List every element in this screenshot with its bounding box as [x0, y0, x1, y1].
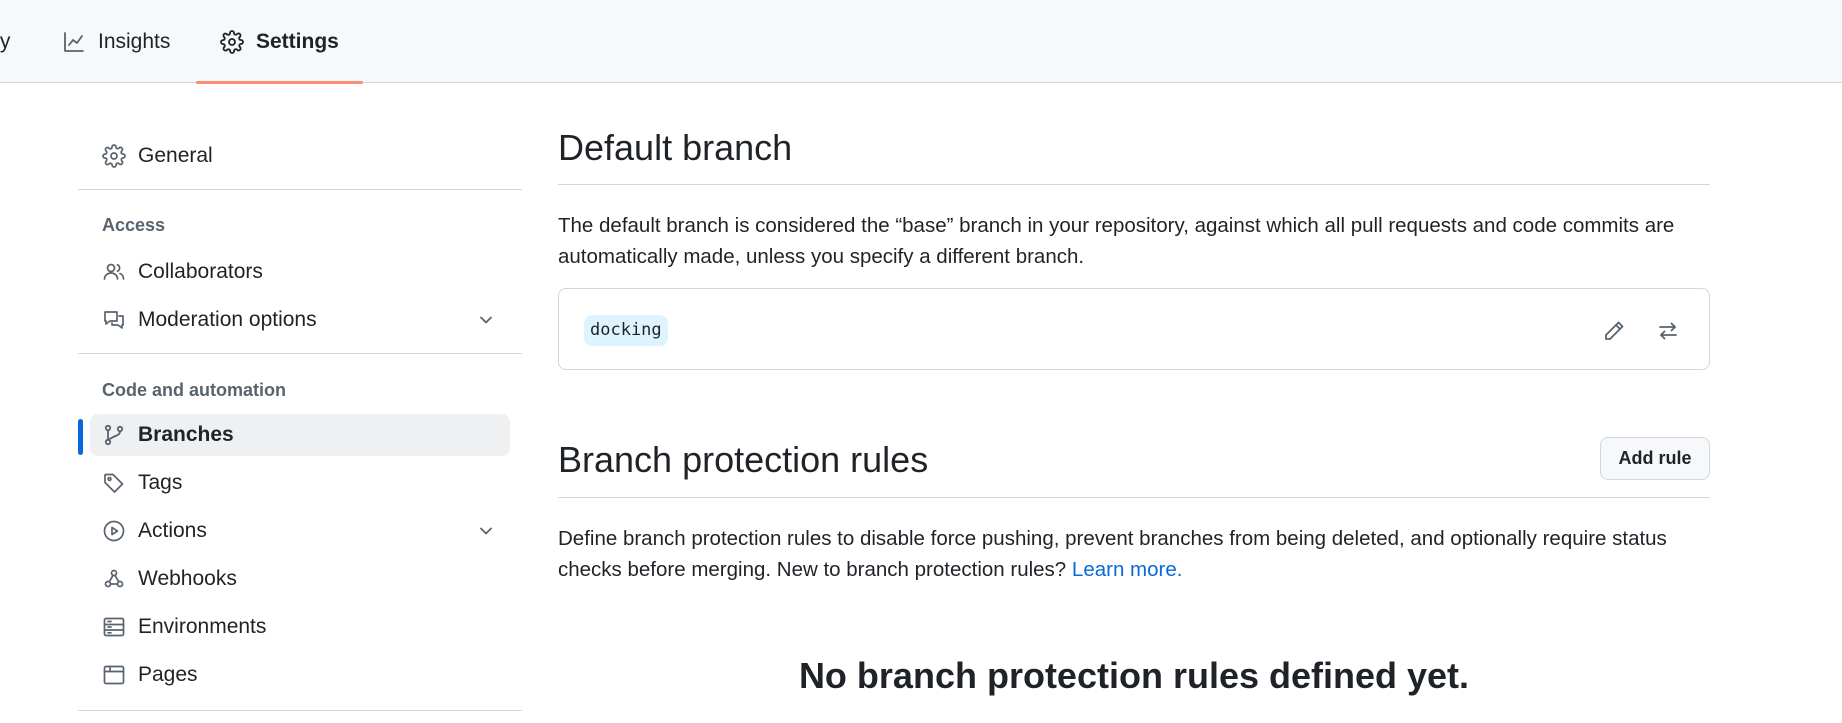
graph-icon: [64, 31, 84, 52]
chevron-down-icon[interactable]: [476, 521, 496, 541]
section-divider: [558, 184, 1710, 185]
sidebar-item-environments[interactable]: Environments: [90, 606, 510, 648]
sidebar-divider: [78, 353, 522, 354]
git-branch-icon: [102, 423, 126, 447]
active-item-indicator: [78, 419, 83, 455]
sidebar-heading-access: Access: [102, 215, 166, 235]
sidebar-item-webhooks[interactable]: Webhooks: [90, 558, 510, 600]
chevron-down-icon[interactable]: [476, 310, 496, 330]
branch-protection-title: Branch protection rules: [558, 439, 929, 480]
tab-settings-label: Settings: [256, 29, 339, 53]
sidebar-item-label: Moderation options: [138, 308, 317, 331]
sidebar-item-branches[interactable]: Branches: [90, 414, 510, 456]
sidebar-item-label: General: [138, 144, 213, 167]
tab-selected-underline: [196, 81, 363, 84]
section-divider: [558, 497, 1710, 498]
pencil-icon: [1605, 321, 1624, 340]
sidebar-item-label: Actions: [138, 519, 207, 542]
sidebar-divider: [78, 189, 522, 190]
tab-settings[interactable]: Settings: [196, 0, 363, 84]
sidebar-item-pages[interactable]: Pages: [90, 654, 510, 696]
add-rule-button[interactable]: Add rule: [1600, 437, 1710, 480]
repo-nav-bar: ty Insights Settings: [0, 0, 1842, 84]
tab-activity-label: ty: [0, 29, 11, 53]
default-branch-box: docking: [558, 288, 1710, 370]
branch-protection-description: Define branch protection rules to disabl…: [558, 523, 1710, 585]
gear-icon: [102, 144, 126, 168]
browser-icon: [102, 663, 126, 687]
tab-insights[interactable]: Insights: [62, 0, 170, 83]
sidebar-item-label: Tags: [138, 471, 183, 494]
arrow-switch-icon: [1659, 322, 1677, 340]
default-branch-description: The default branch is considered the “ba…: [558, 214, 1675, 268]
learn-more-link[interactable]: Learn more.: [1072, 558, 1183, 581]
sidebar-divider: [78, 710, 522, 711]
gear-icon: [220, 29, 244, 54]
play-circle-icon: [102, 519, 126, 543]
tab-insights-label: Insights: [98, 29, 171, 53]
sidebar-item-label: Pages: [138, 663, 198, 686]
sidebar-item-tags[interactable]: Tags: [90, 462, 510, 504]
people-icon: [102, 260, 126, 284]
sidebar-item-general[interactable]: General: [90, 135, 510, 177]
sidebar-item-label: Collaborators: [138, 260, 263, 283]
server-icon: [102, 615, 126, 639]
rename-branch-button[interactable]: [1599, 316, 1629, 346]
sidebar-item-actions[interactable]: Actions: [90, 510, 510, 552]
empty-state-title: No branch protection rules defined yet.: [798, 655, 1470, 696]
webhook-icon: [102, 567, 126, 591]
switch-default-branch-button[interactable]: [1653, 316, 1683, 346]
tab-activity-partial[interactable]: ty: [0, 0, 10, 83]
sidebar-item-label: Branches: [138, 423, 234, 446]
sidebar-item-collaborators[interactable]: Collaborators: [90, 251, 510, 293]
sidebar-heading-code-automation: Code and automation: [102, 380, 286, 400]
sidebar-item-label: Environments: [138, 615, 267, 638]
tag-icon: [102, 471, 126, 495]
default-branch-title: Default branch: [558, 127, 793, 168]
sidebar-item-moderation-options[interactable]: Moderation options: [90, 299, 510, 341]
default-branch-name: docking: [584, 315, 668, 346]
sidebar-item-label: Webhooks: [138, 567, 237, 590]
comment-discussion-icon: [102, 308, 126, 332]
